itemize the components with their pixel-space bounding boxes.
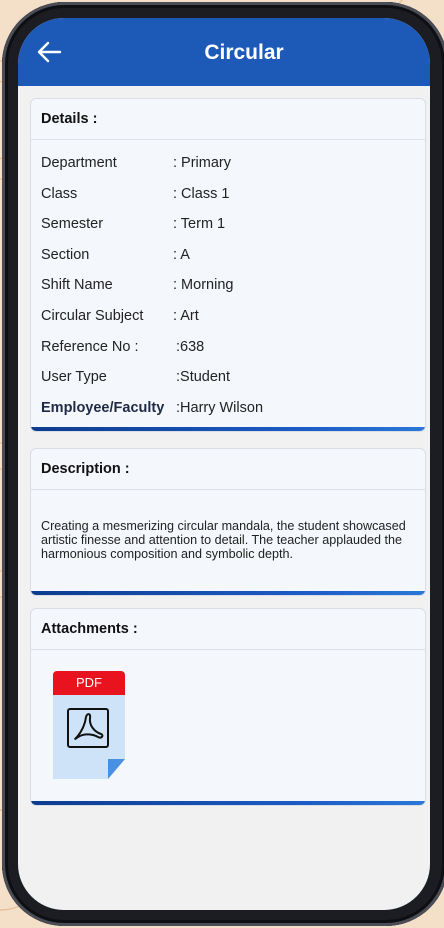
attachments-heading: Attachments : (31, 609, 425, 650)
app-screen: Circular Details : Department : Primary … (18, 18, 430, 910)
app-bar: Circular (18, 18, 430, 86)
card-accent-bar (31, 801, 425, 805)
detail-label: Employee/Faculty (41, 400, 165, 416)
description-card: Description : Creating a mesmerizing cir… (30, 448, 426, 596)
details-card: Details : Department : Primary Class : C… (30, 98, 426, 432)
description-heading: Description : (31, 449, 425, 490)
detail-value: : Term 1 (173, 216, 226, 232)
detail-value: : Class 1 (173, 186, 230, 202)
detail-value: :Harry Wilson (176, 400, 264, 416)
detail-label: Circular Subject (41, 308, 144, 324)
detail-label: User Type (41, 369, 107, 385)
detail-label: Department (41, 155, 117, 171)
attachments-card: Attachments : PDF (30, 608, 426, 806)
details-heading: Details : (31, 99, 425, 140)
description-text: Creating a mesmerizing circular mandala,… (41, 519, 406, 561)
card-accent-bar (31, 591, 425, 595)
detail-value: : Morning (173, 277, 234, 293)
detail-label: Reference No : (41, 339, 139, 355)
detail-label: Class (41, 186, 78, 202)
detail-label: Section (41, 247, 90, 263)
detail-value: : A (173, 247, 190, 263)
pdf-badge-label: PDF (76, 675, 102, 690)
detail-label: Shift Name (41, 277, 113, 293)
detail-value: : Art (173, 308, 199, 324)
detail-value: :Student (176, 369, 231, 385)
detail-label: Semester (41, 216, 104, 232)
detail-value: : Primary (173, 155, 231, 171)
pdf-attachment[interactable]: PDF (51, 671, 127, 781)
card-accent-bar (31, 427, 425, 431)
page-title: Circular (204, 41, 284, 64)
detail-value: :638 (176, 339, 205, 355)
